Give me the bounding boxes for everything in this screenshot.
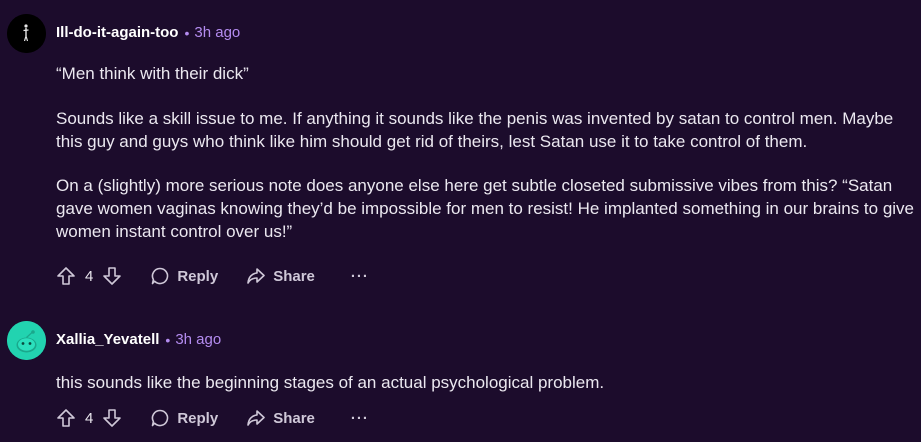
author-name[interactable]: Xallia_Yevatell	[56, 331, 159, 348]
upvote-icon[interactable]	[56, 266, 76, 286]
comment-actions: 4 Reply Share ···	[56, 406, 369, 430]
comment-paragraph: this sounds like the beginning stages of…	[56, 373, 605, 392]
more-options-button[interactable]: ···	[351, 410, 369, 427]
share-label: Share	[273, 267, 315, 285]
share-arrow-icon	[247, 268, 266, 284]
separator-dot: •	[165, 331, 171, 348]
snoo-avatar-icon	[7, 321, 46, 360]
reply-button[interactable]: Reply	[150, 408, 218, 428]
vote-count: 4	[85, 409, 94, 427]
share-button[interactable]: Share	[246, 266, 315, 286]
reply-label: Reply	[177, 267, 219, 285]
figure-avatar-icon	[7, 14, 46, 53]
comment-header: Ill-do-it-again-too • 3h ago	[56, 24, 240, 41]
reply-label: Reply	[177, 409, 219, 427]
comment-bubble-icon	[152, 409, 169, 427]
user-avatar[interactable]	[7, 14, 46, 53]
separator-dot: •	[184, 24, 190, 41]
comment-bubble-icon	[152, 267, 169, 285]
comment-body: this sounds like the beginning stages of…	[56, 371, 916, 394]
share-arrow-icon	[247, 410, 266, 426]
more-options-button[interactable]: ···	[351, 268, 369, 285]
comment-header: Xallia_Yevatell • 3h ago	[56, 331, 221, 348]
share-label: Share	[273, 409, 315, 427]
reply-button[interactable]: Reply	[150, 266, 218, 286]
comment-actions: 4 Reply Share ···	[56, 264, 369, 288]
timestamp[interactable]: 3h ago	[194, 24, 240, 41]
downvote-icon[interactable]	[102, 266, 122, 286]
upvote-icon[interactable]	[56, 408, 76, 428]
comment-paragraph: Sounds like a skill issue to me. If anyt…	[56, 109, 894, 151]
user-avatar[interactable]	[7, 321, 46, 360]
share-button[interactable]: Share	[246, 408, 315, 428]
vote-count: 4	[85, 267, 94, 285]
comment-paragraph: On a (slightly) more serious note does a…	[56, 176, 915, 241]
downvote-icon[interactable]	[102, 408, 122, 428]
timestamp[interactable]: 3h ago	[175, 331, 221, 348]
comment-body: “Men think with their dick” Sounds like …	[56, 62, 916, 243]
author-name[interactable]: Ill-do-it-again-too	[56, 24, 178, 41]
comment-paragraph: “Men think with their dick”	[56, 64, 249, 83]
